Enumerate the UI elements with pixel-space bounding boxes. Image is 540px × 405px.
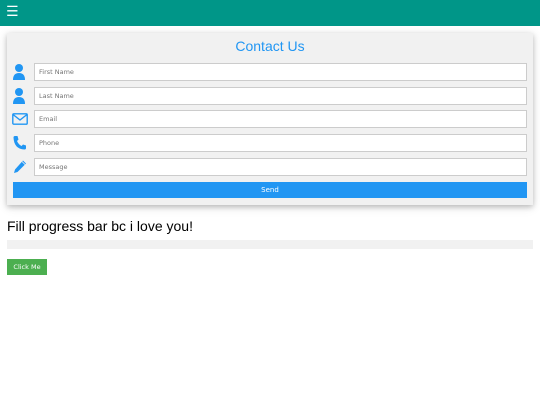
top-navigation-bar: ☰ xyxy=(0,0,540,26)
contact-form-card: Contact Us First Name Last Name Email Ph… xyxy=(7,33,533,205)
first-name-row xyxy=(7,63,533,81)
phone-icon xyxy=(12,134,28,152)
email-input[interactable] xyxy=(34,110,527,128)
envelope-icon xyxy=(12,110,28,128)
user-icon xyxy=(12,87,28,105)
first-name-input[interactable] xyxy=(34,63,527,81)
last-name-row xyxy=(7,87,533,105)
message-input[interactable] xyxy=(34,158,527,176)
user-icon xyxy=(12,63,28,81)
progress-heading: Fill progress bar bc i love you! xyxy=(7,218,193,234)
phone-row xyxy=(7,134,533,152)
email-row xyxy=(7,110,533,128)
click-me-button[interactable]: Click Me xyxy=(7,259,47,275)
pencil-icon xyxy=(12,158,28,176)
send-button[interactable]: Send xyxy=(13,182,527,198)
menu-icon[interactable]: ☰ xyxy=(6,3,19,21)
phone-input[interactable] xyxy=(34,134,527,152)
form-title: Contact Us xyxy=(235,38,305,54)
message-row xyxy=(7,158,533,176)
last-name-input[interactable] xyxy=(34,87,527,105)
progress-bar xyxy=(7,240,533,249)
